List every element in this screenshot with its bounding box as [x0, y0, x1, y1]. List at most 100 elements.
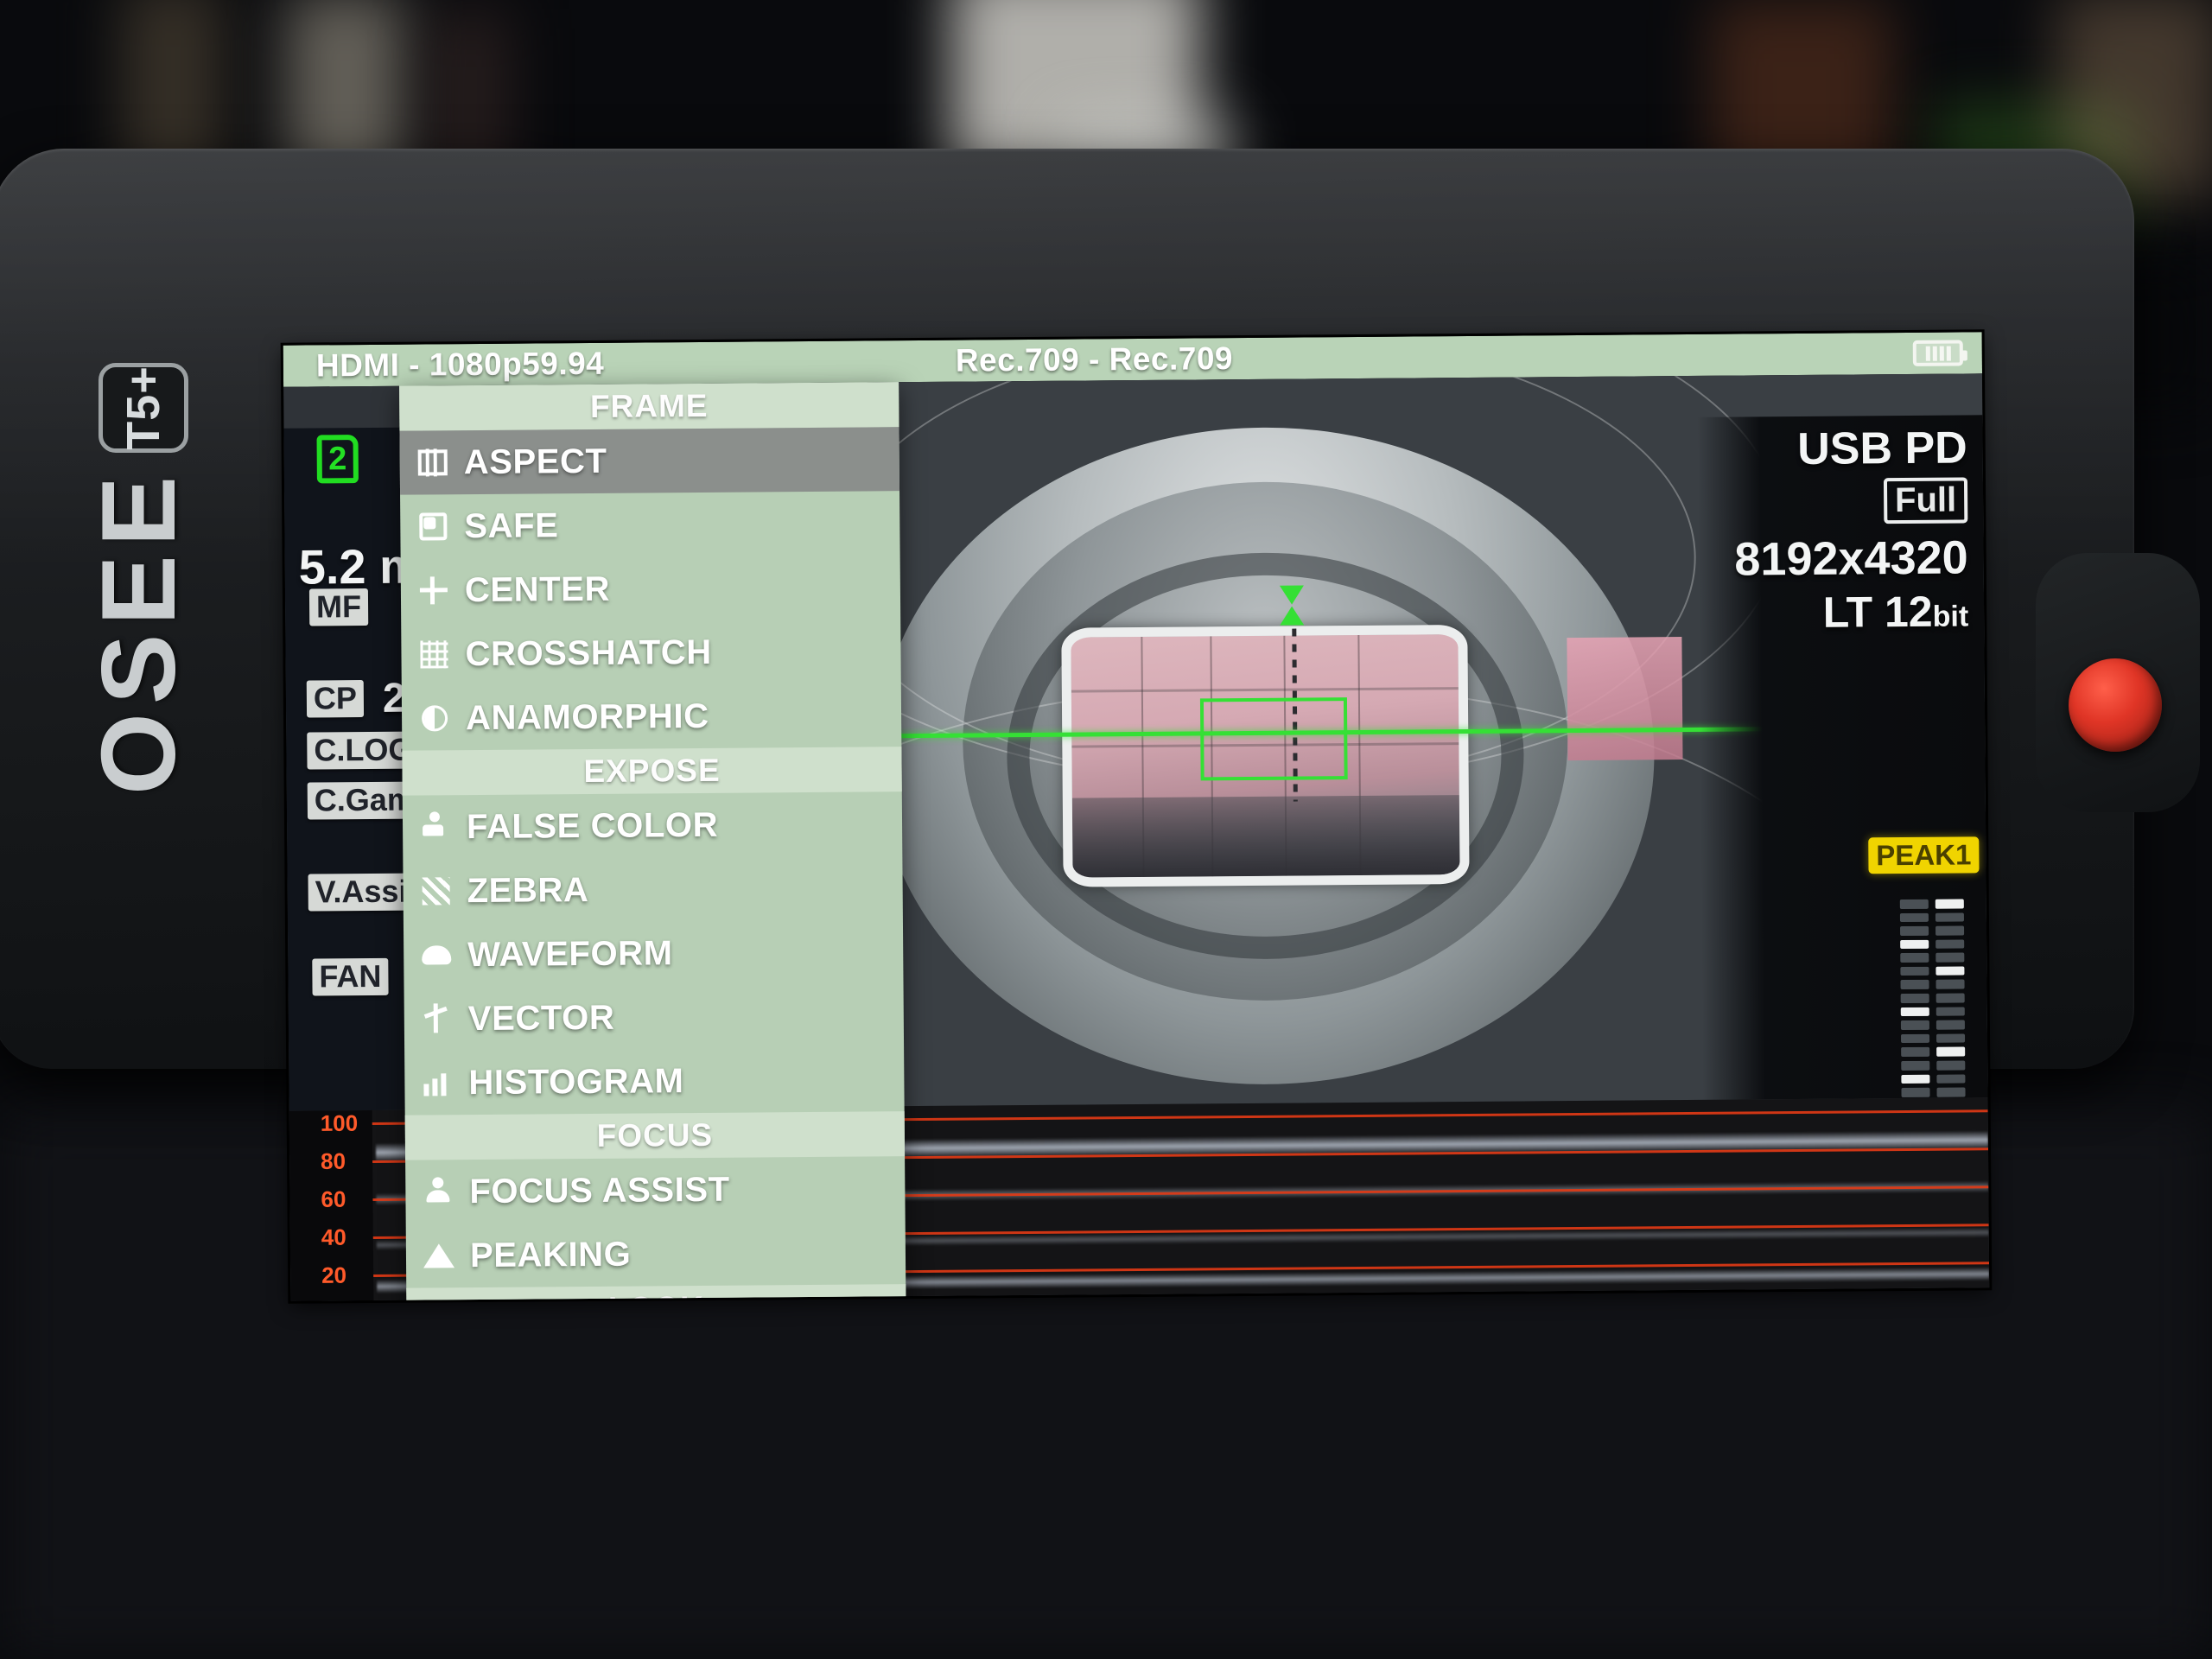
audio-meter-segment: [1901, 1060, 1930, 1071]
menu-item-peaking[interactable]: PEAKING: [406, 1220, 906, 1288]
audio-meter-segment: [1936, 939, 1965, 950]
peaking-status-badge: PEAK1: [1868, 836, 1980, 874]
audio-meter-segment: [1900, 1007, 1929, 1017]
audio-channel-left: [1899, 899, 1930, 1125]
audio-meter-segment: [1900, 953, 1929, 963]
menu-item-focus-assist[interactable]: FOCUS ASSIST: [405, 1156, 906, 1224]
audio-meter-segment: [1936, 925, 1965, 936]
audio-meter-segment: [1936, 1087, 1966, 1097]
monitor-screen: HDMI - 1080p59.94 Rec.709 - Rec.709 2 5.…: [283, 332, 1990, 1301]
anamorphic-icon: [417, 701, 452, 735]
power-source-label: USB PD: [1796, 423, 1967, 474]
audio-meter-segment: [1900, 980, 1929, 990]
menu-item-label: WAVEFORM: [467, 933, 673, 974]
tag-color-profile: CP: [306, 680, 365, 718]
menu-item-label: CROSSHATCH: [465, 632, 712, 673]
menu-item-crosshatch[interactable]: CROSSHATCH: [401, 619, 901, 687]
audio-meter-segment: [1936, 979, 1965, 989]
colorspace-label: Rec.709 - Rec.709: [955, 340, 1234, 378]
waveform-scale-label: 20: [321, 1262, 347, 1288]
audio-meter-segment: [1901, 1033, 1930, 1044]
zebra-stripes-icon-glyph: [422, 877, 450, 906]
audio-meter-segment: [1900, 939, 1929, 950]
menu-item-label: FOCUS ASSIST: [469, 1170, 730, 1211]
tag-fan: FAN: [312, 957, 389, 996]
anamorphic-icon-glyph: [421, 705, 448, 732]
histogram-icon-glyph: [423, 1070, 451, 1096]
peaking-icon: [422, 1238, 456, 1273]
safe-area-icon-glyph: [419, 512, 448, 541]
signal-format-label: HDMI - 1080p59.94: [315, 345, 605, 384]
menu-item-false-color[interactable]: FALSE COLOR: [403, 791, 903, 860]
audio-meter-segment: [1936, 952, 1965, 963]
model-badge: T5+: [99, 363, 188, 453]
menu-item-label: SAFE: [464, 505, 559, 545]
codec-value: LT 12: [1822, 587, 1933, 637]
audio-meter-segment: [1936, 1020, 1965, 1030]
waveform-icon: [419, 938, 454, 972]
zebra-stripes-icon: [418, 874, 453, 908]
audio-channel-right: [1935, 899, 1966, 1124]
menu-item-anamorphic[interactable]: ANAMORPHIC: [402, 683, 902, 751]
menu-item-waveform[interactable]: WAVEFORM: [404, 919, 904, 988]
false-color-icon-glyph: [423, 814, 448, 840]
audio-meter-segment: [1901, 1047, 1930, 1058]
focus-region-box: [1199, 697, 1348, 781]
menu-item-label: PEAKING: [469, 1235, 632, 1274]
audio-meter-segment: [1936, 993, 1965, 1003]
audio-level-meters: [1899, 899, 1966, 1125]
audio-meter-segment: [1936, 1060, 1966, 1071]
waveform-scale-label: 80: [320, 1147, 346, 1174]
sd-slot-badge: 2: [316, 435, 359, 484]
audio-meter-segment: [1936, 966, 1965, 976]
menu-item-label: FALSE COLOR: [466, 805, 719, 846]
menu-item-safe[interactable]: SAFE: [400, 491, 900, 559]
audio-meter-segment: [1901, 1074, 1930, 1084]
joystick-knob[interactable]: [2069, 658, 2162, 752]
tag-focus-mode: MF: [308, 588, 369, 626]
menu-item-vector[interactable]: VECTOR: [404, 983, 905, 1052]
menu-item-label: VECTOR: [467, 998, 615, 1038]
resolution-label: 8192x4320: [1734, 531, 1968, 586]
menu-item-label: CENTER: [464, 569, 611, 609]
codec-suffix: bit: [1932, 600, 1969, 633]
menu-item-label: ANAMORPHIC: [465, 696, 709, 737]
menu-item-label: HISTOGRAM: [468, 1061, 684, 1102]
model-badge-label: T5+: [118, 365, 169, 450]
center-marker-icon: [416, 573, 451, 607]
menu-item-histogram[interactable]: HISTOGRAM: [404, 1047, 905, 1116]
aspect-icon-glyph: [417, 449, 448, 476]
brand-logo: OSEE: [79, 467, 197, 795]
right-hud-panel: USB PD Full 8192x4320 LT 12bit PEAK1: [1697, 415, 1988, 1125]
menu-item-zebra[interactable]: ZEBRA: [403, 855, 903, 924]
focus-assist-icon: [421, 1174, 455, 1209]
menu-item-label: ZEBRA: [467, 870, 589, 910]
peaking-icon-glyph: [423, 1243, 455, 1268]
range-badge: Full: [1883, 477, 1968, 524]
audio-meter-segment: [1899, 912, 1929, 923]
false-color-icon: [418, 810, 453, 844]
safe-area-icon: [416, 509, 450, 543]
audio-meter-segment: [1936, 1007, 1965, 1016]
audio-meter-segment: [1899, 899, 1929, 909]
menu-item-label: ASPECT: [463, 442, 607, 481]
brand-column: T5+ OSEE: [74, 363, 221, 899]
audio-meter-segment: [1936, 1074, 1966, 1084]
menu-section-header-frame: FRAME: [399, 382, 899, 431]
audio-meter-segment: [1935, 912, 1964, 922]
vectorscope-icon: [420, 1001, 454, 1036]
codec-label: LT 12bit: [1823, 586, 1969, 637]
waveform-scale-label: 40: [321, 1224, 346, 1250]
waveform-icon-glyph: [422, 945, 452, 965]
histogram-icon: [420, 1065, 454, 1100]
menu-item-center[interactable]: CENTER: [401, 555, 901, 623]
aspect-icon: [416, 445, 450, 480]
audio-meter-segment: [1936, 1033, 1966, 1044]
audio-meter-segment: [1935, 899, 1964, 909]
menu-section-header-focus: FOCUS: [404, 1111, 906, 1160]
audio-meter-segment: [1900, 993, 1929, 1003]
menu-section-header-expose: EXPOSE: [402, 747, 902, 796]
menu-item-aspect[interactable]: ASPECT: [399, 427, 900, 495]
osd-menu[interactable]: FRAME ASPECT SAFE CENTER CROSSHATCH ANAMORPHI…: [399, 382, 906, 1301]
waveform-scale-label: 60: [321, 1185, 346, 1212]
